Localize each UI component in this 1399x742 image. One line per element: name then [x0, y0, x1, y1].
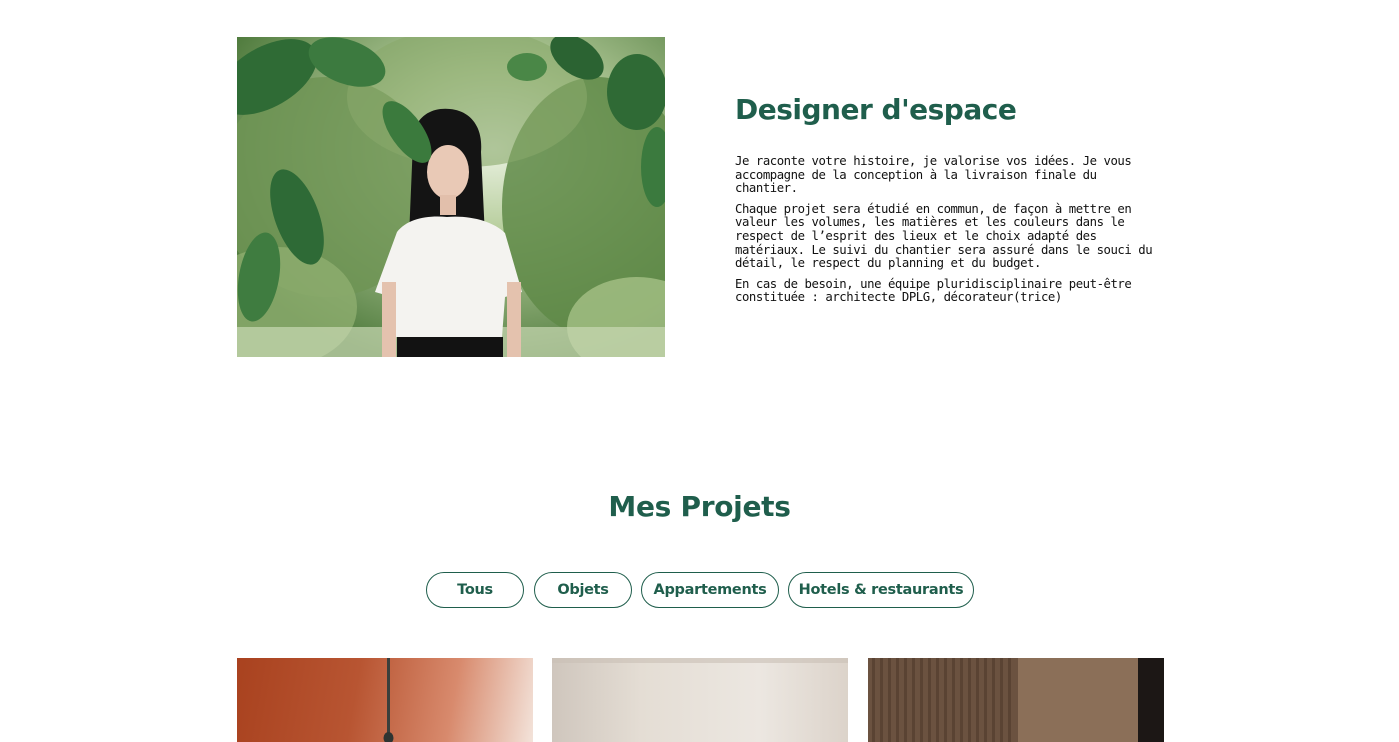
- about-paragraph-team: En cas de besoin, une équipe pluridiscip…: [735, 276, 1132, 305]
- projects-title: Mes Projets: [608, 490, 791, 523]
- about-paragraph-approach: Chaque projet sera étudié en commun, de …: [735, 201, 1153, 271]
- project-card-beige-interior-image[interactable]: [552, 658, 848, 742]
- filter-objects-button[interactable]: Objets: [534, 572, 632, 608]
- project-card-wood-panel-image[interactable]: [868, 658, 1164, 742]
- about-text-block: Designer d'espace Je raconte votre histo…: [735, 37, 1165, 305]
- project-grid: [237, 658, 1164, 742]
- designer-portrait-image: [237, 37, 665, 357]
- project-card-terracotta-image[interactable]: [237, 658, 533, 742]
- about-section: Designer d'espace Je raconte votre histo…: [237, 37, 1164, 357]
- about-paragraph-intro: Je raconte votre histoire, je valorise v…: [735, 154, 1132, 196]
- filter-hotels-restaurants-button[interactable]: Hotels & restaurants: [788, 572, 974, 608]
- filter-apartments-button[interactable]: Appartements: [641, 572, 779, 608]
- filter-all-button[interactable]: Tous: [426, 572, 524, 608]
- project-filter-bar: Tous Objets Appartements Hotels & restau…: [0, 572, 1399, 608]
- about-title: Designer d'espace: [735, 93, 1017, 126]
